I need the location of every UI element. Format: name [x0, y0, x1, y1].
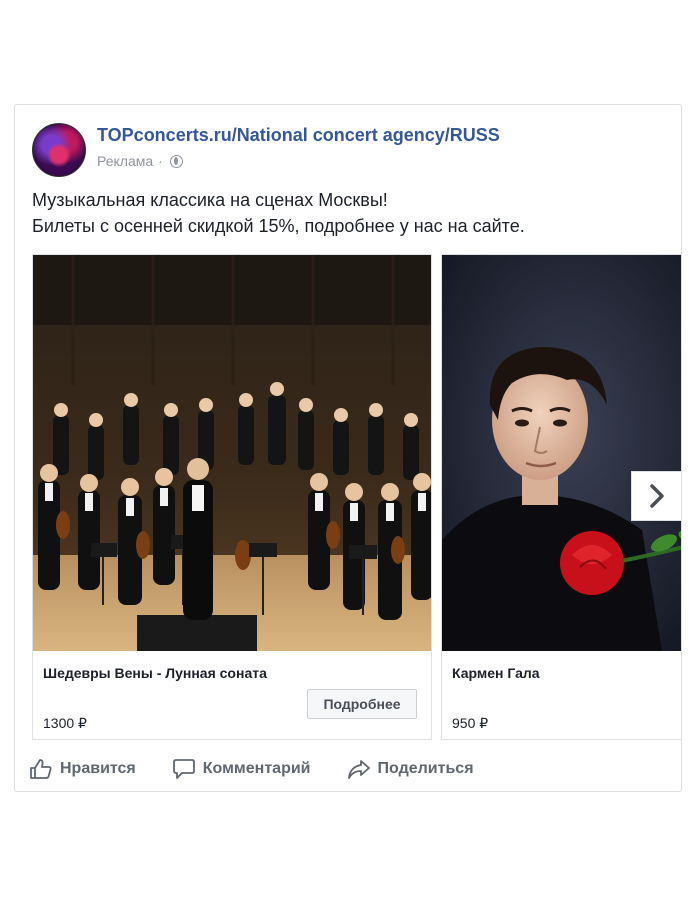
post-text-line: Билеты с осенней скидкой 15%, подробнее …	[32, 216, 525, 236]
sponsored-label[interactable]: Реклама	[97, 153, 153, 169]
like-label: Нравится	[60, 760, 136, 777]
chevron-right-icon	[649, 484, 664, 508]
like-button[interactable]: Нравится	[29, 758, 136, 780]
card-title[interactable]: Шедевры Вены - Лунная соната	[43, 665, 267, 681]
carousel-card[interactable]: Шедевры Вены - Лунная соната Подробнее 1…	[32, 254, 432, 740]
post-actions: Нравится Комментарий Поделиться	[29, 753, 474, 785]
card-price: 1300 ₽	[43, 715, 87, 731]
post-text-line: Музыкальная классика на сценах Москвы!	[32, 190, 388, 210]
globe-icon[interactable]	[169, 154, 183, 168]
thumbs-up-icon	[30, 759, 52, 779]
comment-label: Комментарий	[202, 760, 311, 777]
card-title[interactable]: Кармен Гала	[452, 665, 540, 681]
page-avatar[interactable]	[32, 123, 86, 177]
share-label: Поделиться	[377, 760, 474, 777]
post-text: Музыкальная классика на сценах Москвы! Б…	[32, 187, 672, 239]
learn-more-button[interactable]: Подробнее	[307, 689, 417, 719]
share-button[interactable]: Поделиться	[347, 758, 474, 780]
singer-illustration	[442, 255, 681, 651]
orchestra-photo[interactable]	[33, 255, 431, 651]
comment-icon	[172, 759, 195, 779]
page-name-link[interactable]: TOPconcerts.ru/National concert agency/R…	[97, 125, 500, 146]
carousel-next-button[interactable]	[631, 471, 681, 521]
card-price: 950 ₽	[452, 715, 489, 731]
orchestra-illustration	[33, 255, 431, 651]
meta-separator: ·	[158, 153, 163, 169]
ad-post: TOPconcerts.ru/National concert agency/R…	[14, 104, 682, 792]
singer-with-rose-photo[interactable]	[442, 255, 681, 651]
post-meta: Реклама ·	[97, 153, 183, 169]
share-icon	[347, 760, 370, 779]
comment-button[interactable]: Комментарий	[172, 758, 311, 780]
